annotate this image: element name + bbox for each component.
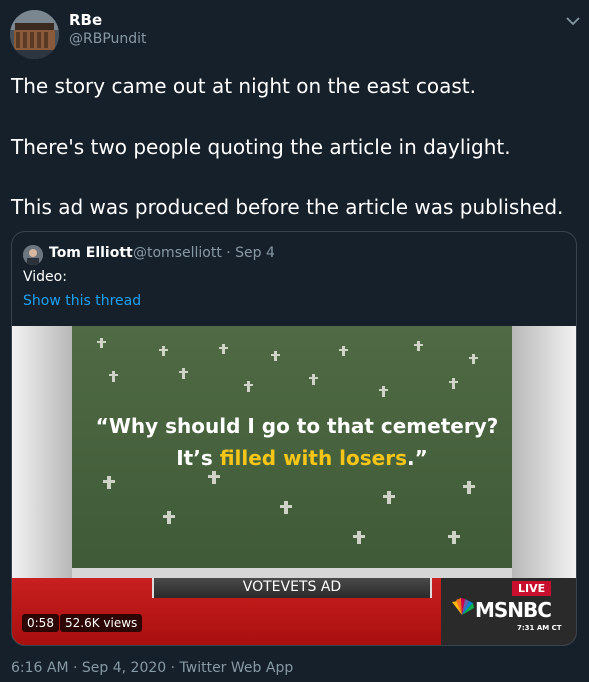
network-clock: 7:31 AM CT	[517, 624, 562, 632]
tweet-timestamp[interactable]: 6:16 AM · Sep 4, 2020 · Twitter Web App	[11, 660, 293, 676]
tweet-text-line: This ad was produced before the article …	[11, 195, 564, 219]
banner-text: VOTEVETS AD	[242, 579, 342, 595]
video-caption-line2: It’s filled with losers.”	[176, 446, 428, 470]
network-name: MSNBC	[475, 598, 552, 622]
quoted-author-name: Tom Elliott	[49, 245, 133, 261]
quoted-author-handle: @tomselliott · Sep 4	[133, 245, 275, 261]
quoted-tweet[interactable]: Tom Elliott @tomselliott · Sep 4 Video: …	[11, 231, 577, 646]
author-handle[interactable]: @RBPundit	[69, 31, 147, 47]
video-player[interactable]: “Why should I go to that cemetery? It’s …	[12, 326, 576, 645]
chevron-down-icon[interactable]	[562, 10, 584, 32]
tweet-text-line: There's two people quoting the article i…	[11, 135, 511, 159]
video-views: 52.6K views	[60, 614, 143, 632]
peacock-icon	[449, 598, 475, 616]
video-caption-line1: “Why should I go to that cemetery?	[96, 414, 499, 438]
tweet-text-line: The story came out at night on the east …	[11, 74, 476, 98]
live-badge: LIVE	[512, 581, 552, 596]
author-name[interactable]: RBe	[69, 11, 102, 29]
quoted-author-avatar	[23, 245, 43, 265]
show-thread-link[interactable]: Show this thread	[23, 293, 141, 309]
video-duration: 0:58	[22, 614, 59, 632]
quoted-tweet-text: Video:	[23, 269, 67, 285]
author-avatar[interactable]	[10, 10, 59, 59]
news-lower-third: VOTEVETS AD LIVE MSNBC 7:31 AM CT	[12, 578, 576, 645]
